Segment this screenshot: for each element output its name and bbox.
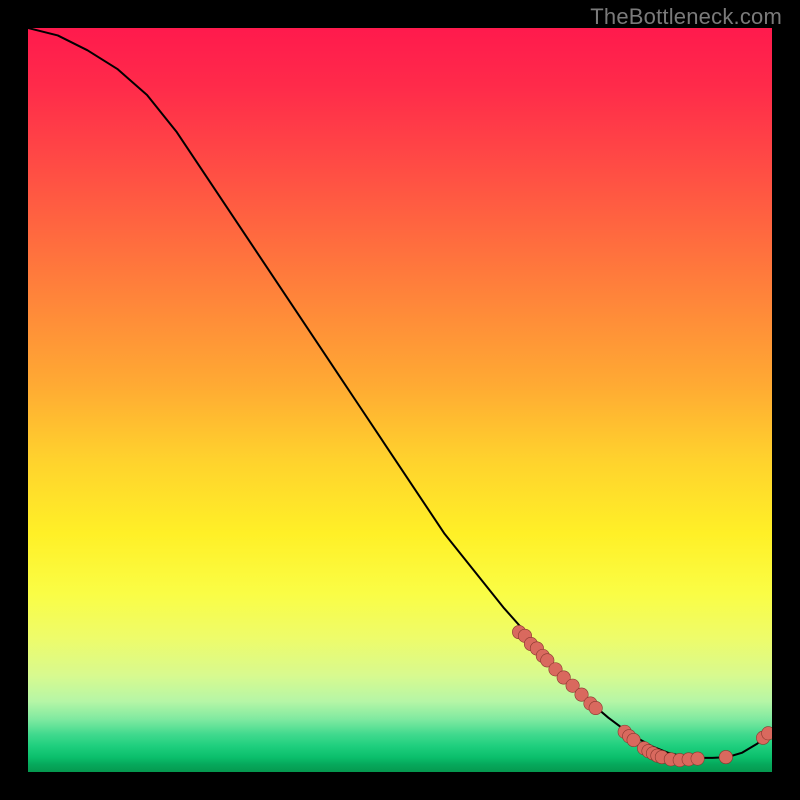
watermark-label: TheBottleneck.com: [590, 4, 782, 30]
data-marker: [762, 727, 772, 740]
data-marker: [719, 750, 732, 763]
curve-layer: [28, 28, 772, 772]
data-marker: [589, 701, 602, 714]
chart-stage: TheBottleneck.com: [0, 0, 800, 800]
plot-area: [28, 28, 772, 772]
bottleneck-curve: [28, 28, 772, 758]
data-marker: [691, 752, 704, 765]
